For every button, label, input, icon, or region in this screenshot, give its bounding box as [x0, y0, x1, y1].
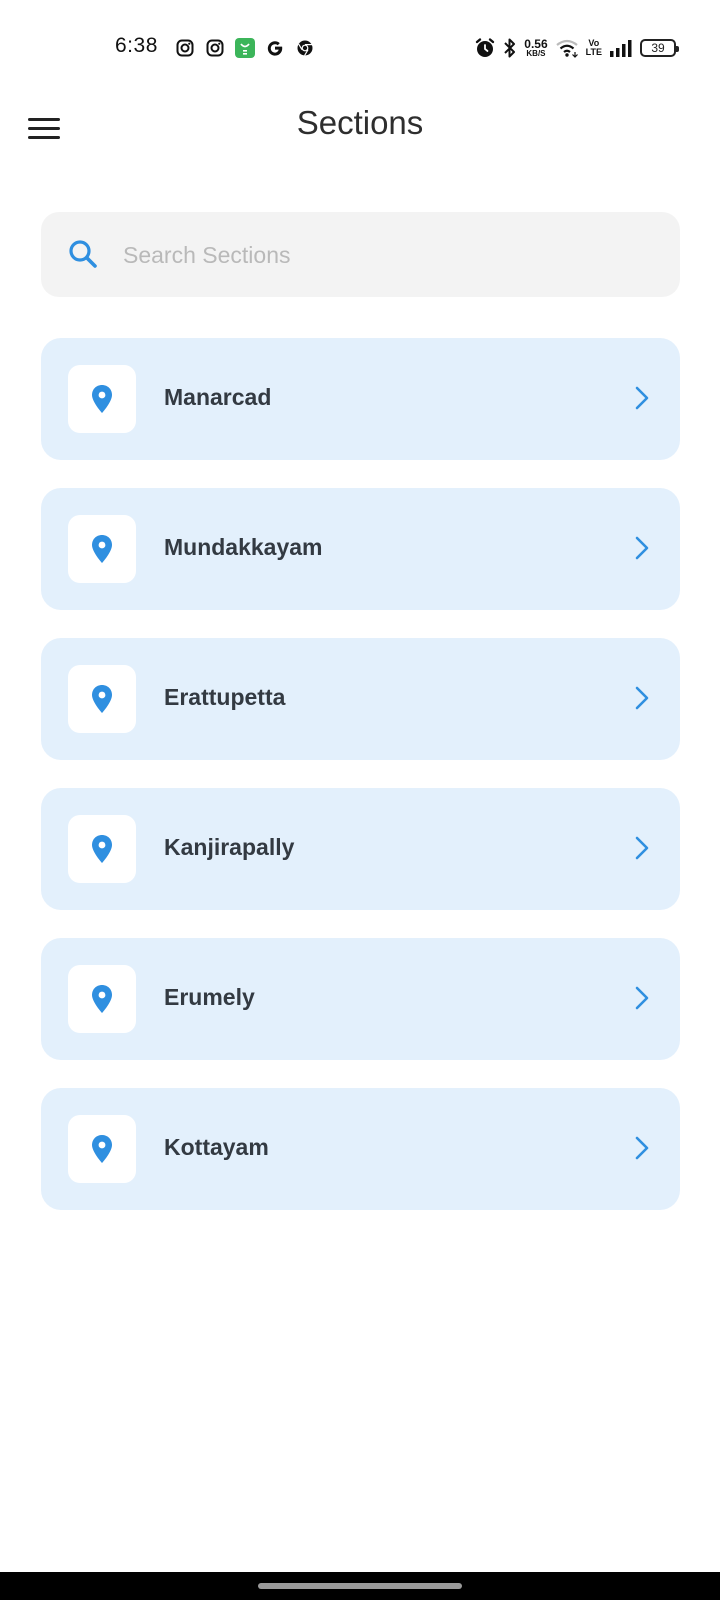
alarm-icon [474, 37, 496, 59]
section-item-kottayam[interactable]: Kottayam [41, 1088, 680, 1210]
instagram-icon [204, 37, 226, 59]
notification-icons [174, 37, 316, 59]
section-item-erumely[interactable]: Erumely [41, 938, 680, 1060]
battery-icon: 39 [640, 39, 679, 57]
navigation-bar [0, 1572, 720, 1600]
search-bar[interactable] [41, 212, 680, 297]
bluetooth-icon [503, 37, 517, 59]
chevron-right-icon [635, 686, 649, 710]
sections-list: Manarcad Mundakkayam Erattupetta Kanjira… [41, 338, 680, 1238]
status-time: 6:38 [115, 34, 158, 57]
chevron-right-icon [635, 836, 649, 860]
location-pin-icon [92, 685, 112, 713]
chrome-icon [294, 37, 316, 59]
search-icon [69, 240, 97, 268]
system-icons: 0.56 KB/S Vo LTE 39 [474, 36, 679, 60]
section-label: Kanjirapally [164, 834, 295, 860]
store-icon [234, 37, 256, 59]
section-item-kanjirapally[interactable]: Kanjirapally [41, 788, 680, 910]
page-title: Sections [296, 104, 424, 141]
section-label: Erattupetta [164, 684, 286, 710]
signal-icon [609, 39, 633, 57]
location-pin-icon [92, 535, 112, 563]
chevron-right-icon [635, 986, 649, 1010]
location-pin-icon [92, 1135, 112, 1163]
section-label: Mundakkayam [164, 534, 323, 560]
location-icon-box [68, 365, 136, 433]
instagram-icon [174, 37, 196, 59]
volte-indicator: Vo LTE [586, 39, 602, 57]
volte-bottom: LTE [585, 47, 602, 57]
location-icon-box [68, 1115, 136, 1183]
network-speed-unit: KB/S [526, 49, 546, 58]
location-icon-box [68, 815, 136, 883]
search-input[interactable] [123, 232, 643, 278]
home-indicator[interactable] [258, 1583, 462, 1589]
screen: 6:38 0.56 KB/S Vo LTE 39 Sections Search… [0, 0, 720, 1600]
chevron-right-icon [635, 386, 649, 410]
network-speed: 0.56 KB/S [524, 38, 547, 58]
section-item-mundakkayam[interactable]: Mundakkayam [41, 488, 680, 610]
location-pin-icon [92, 985, 112, 1013]
battery-level: 39 [651, 41, 665, 55]
section-item-erattupetta[interactable]: Erattupetta [41, 638, 680, 760]
location-pin-icon [92, 385, 112, 413]
section-item-manarcad[interactable]: Manarcad [41, 338, 680, 460]
chevron-right-icon [635, 536, 649, 560]
location-icon-box [68, 965, 136, 1033]
location-icon-box [68, 665, 136, 733]
chevron-right-icon [635, 1136, 649, 1160]
app-bar: Sections [0, 96, 720, 156]
wifi-icon [555, 38, 579, 58]
section-label: Manarcad [164, 384, 272, 410]
google-icon [264, 37, 286, 59]
status-bar: 6:38 0.56 KB/S Vo LTE 39 [0, 0, 720, 96]
section-label: Kottayam [164, 1134, 269, 1160]
location-icon-box [68, 515, 136, 583]
section-label: Erumely [164, 984, 255, 1010]
location-pin-icon [92, 835, 112, 863]
